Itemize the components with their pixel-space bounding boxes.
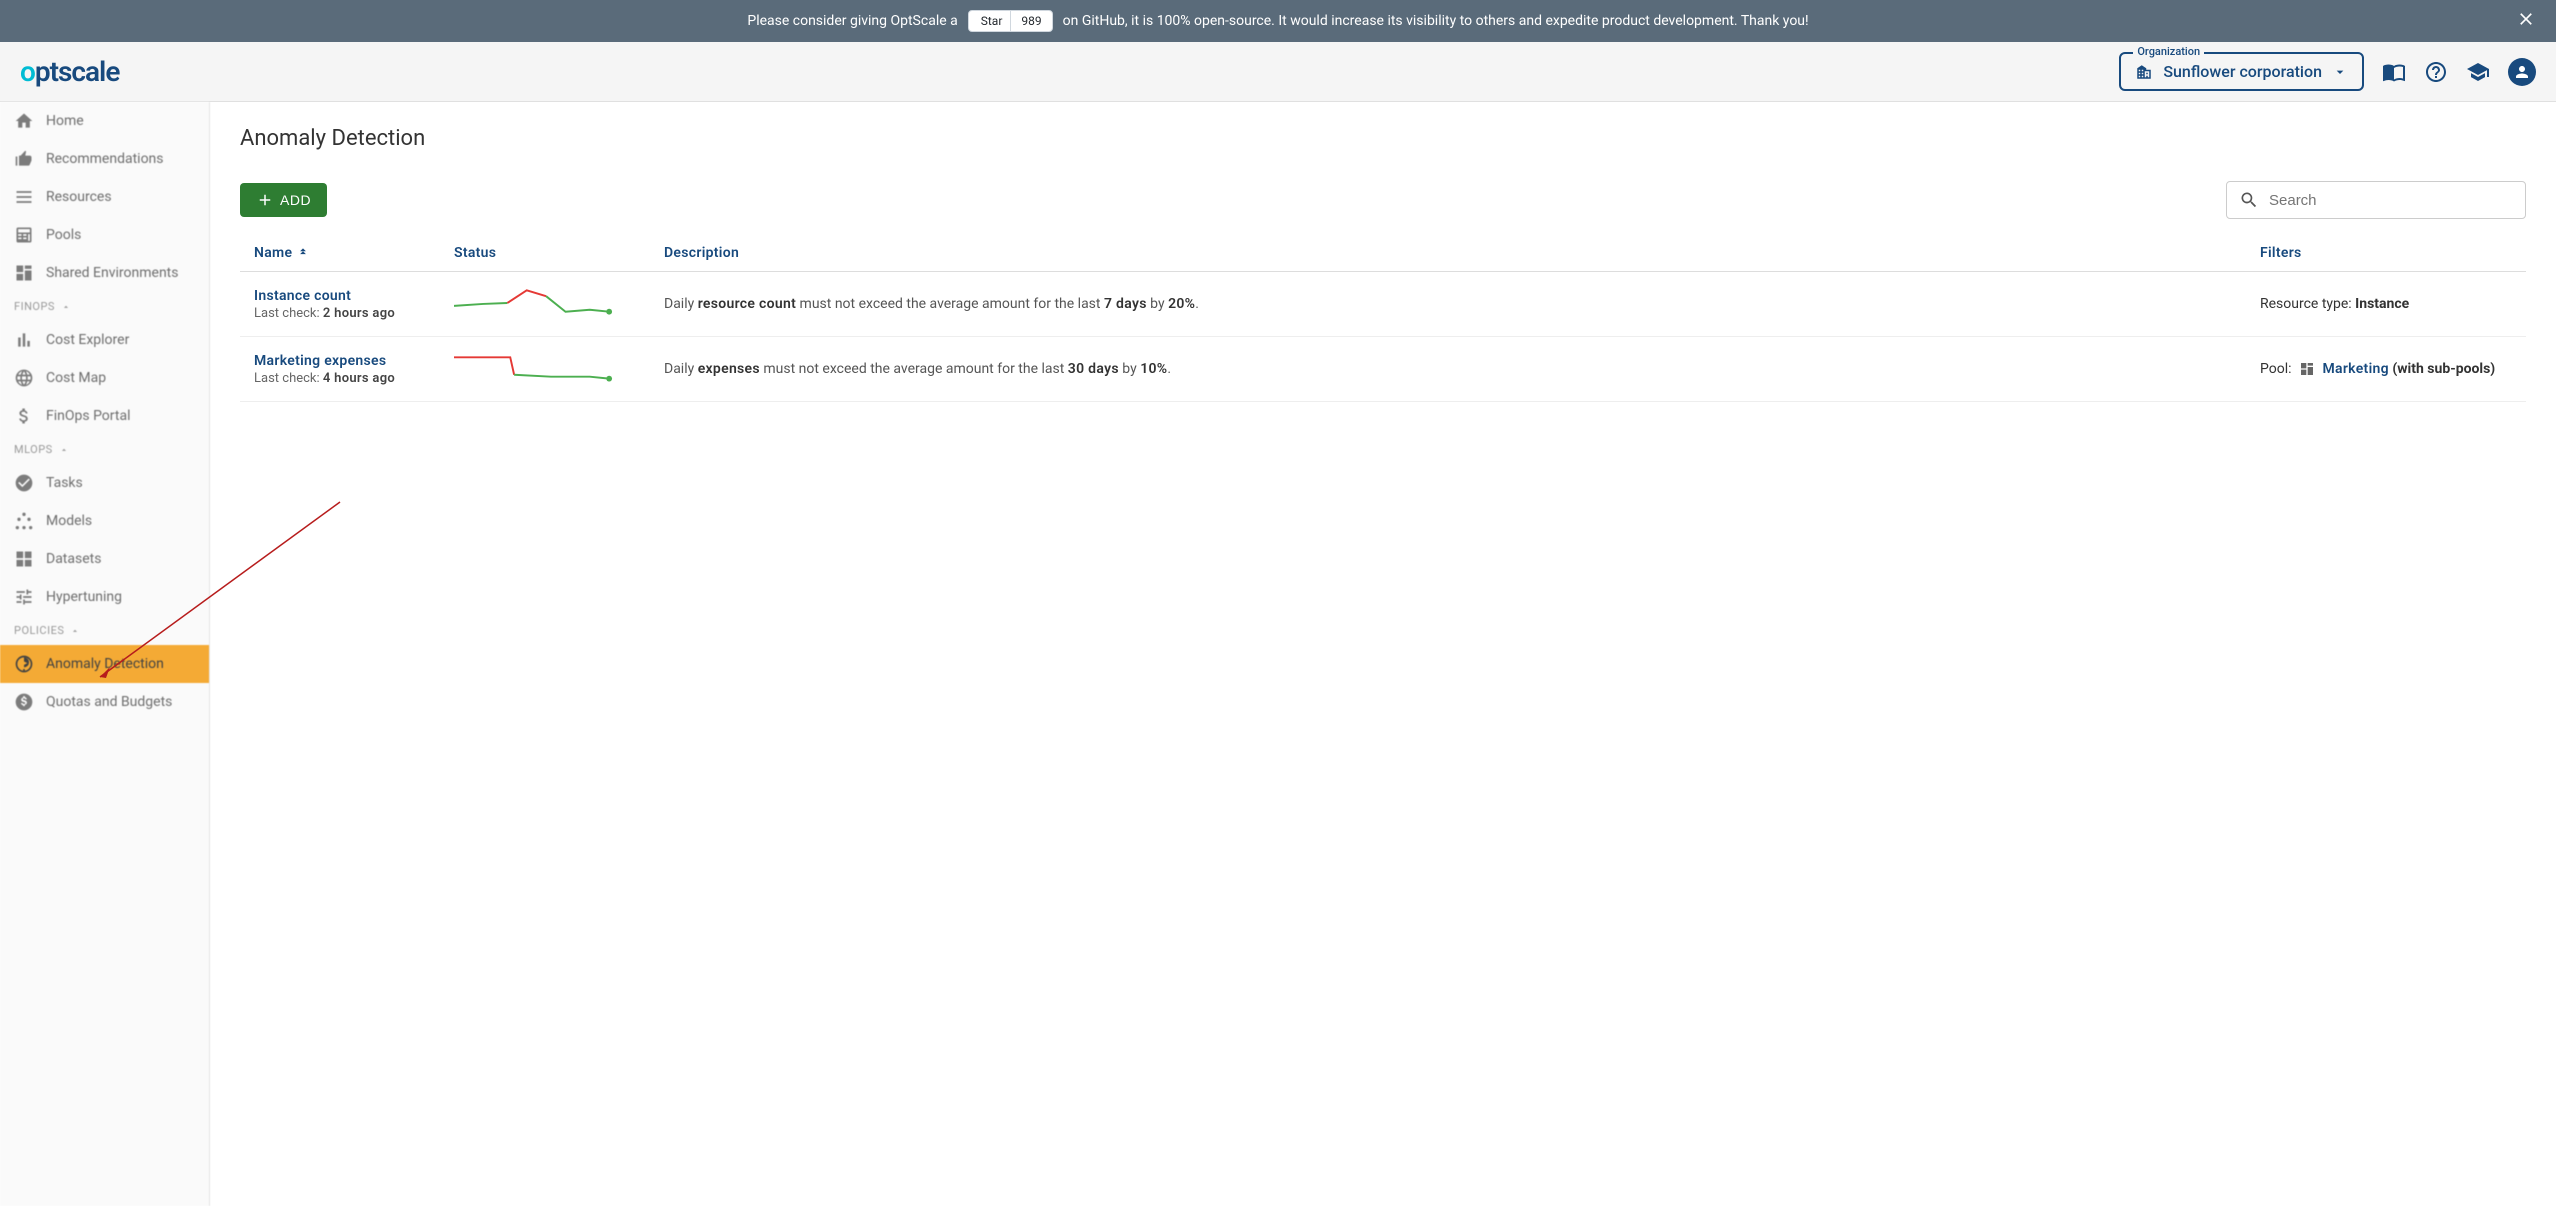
table-row: Marketing expenses Last check: 4 hours a… <box>240 337 2526 402</box>
globe-icon <box>14 368 34 388</box>
search-input[interactable] <box>2269 192 2513 209</box>
education-icon[interactable] <box>2466 60 2490 84</box>
sidebar-item-label: Cost Explorer <box>46 332 129 348</box>
person-icon <box>2513 63 2531 81</box>
sidebar-item-recommendations[interactable]: Recommendations <box>0 140 209 178</box>
anomaly-icon <box>14 654 34 674</box>
sidebar-item-label: Datasets <box>46 551 101 567</box>
sidebar: Home Recommendations Resources Pools Sha… <box>0 102 210 1206</box>
toolbar: ADD <box>240 181 2526 219</box>
banner-close-button[interactable] <box>2516 9 2536 33</box>
star-label: Star <box>981 14 1003 28</box>
chevron-up-icon <box>61 302 71 312</box>
page-title: Anomaly Detection <box>240 126 2526 151</box>
row-name-link[interactable]: Instance count <box>254 288 426 304</box>
sparkline-chart <box>454 349 614 385</box>
sort-asc-icon <box>296 246 310 260</box>
sidebar-item-tasks[interactable]: Tasks <box>0 464 209 502</box>
sidebar-item-models[interactable]: Models <box>0 502 209 540</box>
table-row: Instance count Last check: 2 hours ago D… <box>240 272 2526 337</box>
column-filters[interactable]: Filters <box>2246 235 2526 272</box>
row-name-link[interactable]: Marketing expenses <box>254 353 426 369</box>
add-button-label: ADD <box>280 192 311 208</box>
calculator-icon <box>14 225 34 245</box>
sidebar-item-label: Hypertuning <box>46 589 122 605</box>
org-field-label: Organization <box>2133 45 2204 58</box>
sidebar-item-label: Tasks <box>46 475 83 491</box>
chevron-down-icon <box>2332 64 2348 80</box>
search-icon <box>2239 190 2259 210</box>
sidebar-section-policies[interactable]: POLICIES <box>0 616 209 645</box>
sparkline-chart <box>454 284 614 320</box>
organization-selector[interactable]: Organization Sunflower corporation <box>2119 52 2364 91</box>
help-icon[interactable] <box>2424 60 2448 84</box>
hub-icon <box>14 511 34 531</box>
org-value: Sunflower corporation <box>2163 62 2322 81</box>
chevron-up-icon <box>70 626 80 636</box>
building-icon <box>2135 63 2153 81</box>
sidebar-item-label: Models <box>46 513 92 529</box>
dollar-icon <box>14 406 34 426</box>
sidebar-item-shared-environments[interactable]: Shared Environments <box>0 254 209 292</box>
sidebar-item-label: FinOps Portal <box>46 408 130 424</box>
sidebar-section-finops[interactable]: FINOPS <box>0 292 209 321</box>
sidebar-item-label: Quotas and Budgets <box>46 694 172 710</box>
sidebar-item-cost-map[interactable]: Cost Map <box>0 359 209 397</box>
row-description: Daily resource count must not exceed the… <box>650 272 2246 337</box>
list-icon <box>14 187 34 207</box>
sidebar-item-pools[interactable]: Pools <box>0 216 209 254</box>
bar-chart-icon <box>14 330 34 350</box>
home-icon <box>14 111 34 131</box>
sidebar-item-datasets[interactable]: Datasets <box>0 540 209 578</box>
thumb-up-icon <box>14 149 34 169</box>
docs-icon[interactable] <box>2382 60 2406 84</box>
tune-icon <box>14 587 34 607</box>
sidebar-item-anomaly-detection[interactable]: Anomaly Detection <box>0 645 209 683</box>
search-box[interactable] <box>2226 181 2526 219</box>
sidebar-item-label: Resources <box>46 189 112 205</box>
logo[interactable]: optscale <box>20 55 119 88</box>
star-count: 989 <box>1011 11 1051 31</box>
sidebar-item-label: Anomaly Detection <box>46 656 164 672</box>
sidebar-item-label: Home <box>46 113 84 129</box>
column-status[interactable]: Status <box>440 235 650 272</box>
github-star-button[interactable]: Star 989 <box>968 10 1053 32</box>
row-last-check: Last check: 4 hours ago <box>254 371 426 386</box>
banner-text-pre: Please consider giving OptScale a <box>747 13 957 29</box>
anomaly-table: Name Status Description Filters Instance… <box>240 235 2526 402</box>
pool-icon <box>2299 361 2315 377</box>
plus-icon <box>256 191 274 209</box>
github-banner: Please consider giving OptScale a Star 9… <box>0 0 2556 42</box>
sidebar-item-resources[interactable]: Resources <box>0 178 209 216</box>
sidebar-item-label: Recommendations <box>46 151 164 167</box>
sidebar-item-finops-portal[interactable]: FinOps Portal <box>0 397 209 435</box>
sidebar-item-hypertuning[interactable]: Hypertuning <box>0 578 209 616</box>
column-name[interactable]: Name <box>240 235 440 272</box>
row-last-check: Last check: 2 hours ago <box>254 306 426 321</box>
row-description: Daily expenses must not exceed the avera… <box>650 337 2246 402</box>
filter-pool-link[interactable]: Marketing <box>2322 361 2388 377</box>
row-filters: Pool: Marketing (with sub-pools) <box>2246 337 2526 402</box>
grid-icon <box>14 549 34 569</box>
sidebar-item-cost-explorer[interactable]: Cost Explorer <box>0 321 209 359</box>
check-circle-icon <box>14 473 34 493</box>
sidebar-item-label: Shared Environments <box>46 265 178 281</box>
chevron-up-icon <box>59 445 69 455</box>
close-icon <box>2516 9 2536 29</box>
sidebar-item-quotas-budgets[interactable]: Quotas and Budgets <box>0 683 209 721</box>
app-header: optscale Organization Sunflower corporat… <box>0 42 2556 102</box>
budget-icon <box>14 692 34 712</box>
dashboard-icon <box>14 263 34 283</box>
sidebar-item-home[interactable]: Home <box>0 102 209 140</box>
row-filters: Resource type: Instance <box>2246 272 2526 337</box>
sidebar-item-label: Cost Map <box>46 370 106 386</box>
sidebar-item-label: Pools <box>46 227 81 243</box>
column-description[interactable]: Description <box>650 235 2246 272</box>
user-avatar[interactable] <box>2508 58 2536 86</box>
sidebar-section-mlops[interactable]: MLOPS <box>0 435 209 464</box>
banner-text-post: on GitHub, it is 100% open-source. It wo… <box>1063 13 1809 29</box>
add-button[interactable]: ADD <box>240 183 327 217</box>
main-content: Anomaly Detection ADD Name Status Descri… <box>210 102 2556 1206</box>
